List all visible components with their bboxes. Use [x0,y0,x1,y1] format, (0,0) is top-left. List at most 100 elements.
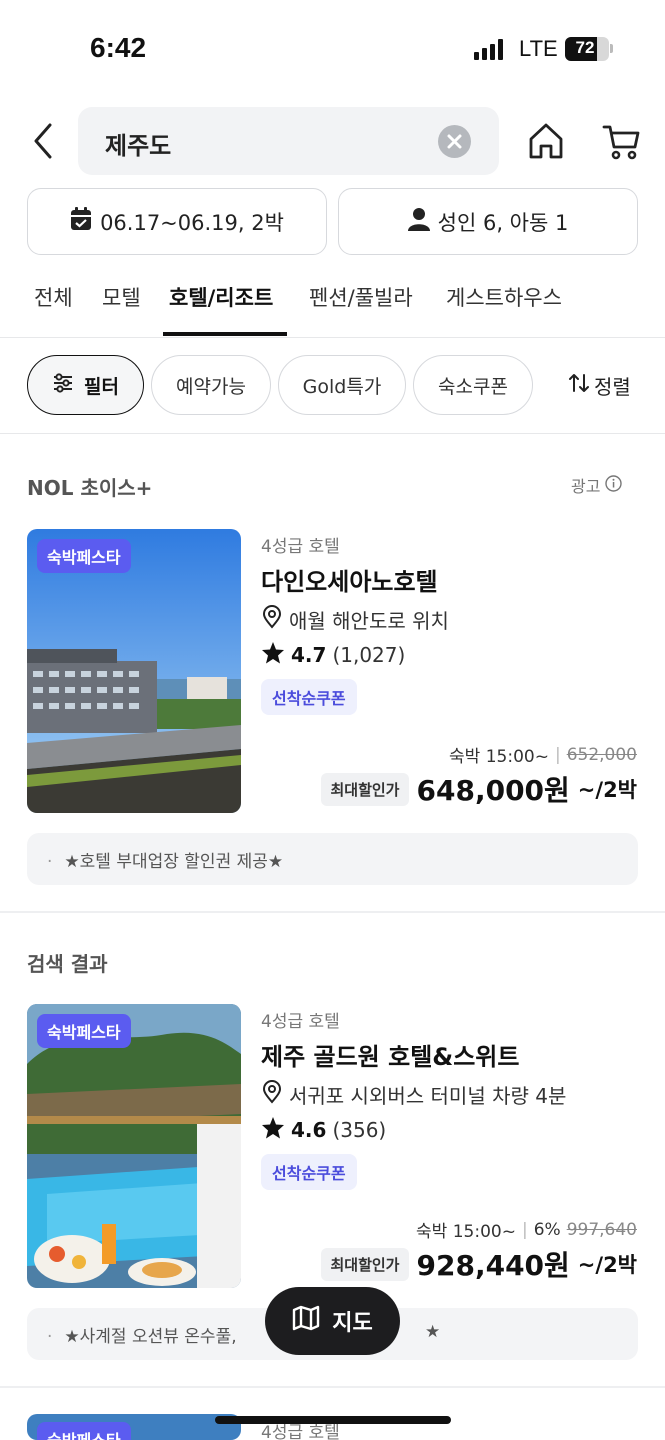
coupon-badge: 선착순쿠폰 [261,1154,357,1190]
tab-guesthouse[interactable]: 게스트하우스 [446,282,562,312]
star-icon [261,1116,285,1144]
date-label: 06.17~06.19, 2박 [100,210,284,235]
discount-percent: 6% [533,1219,561,1240]
hotel-name[interactable]: 다인오세아노호텔 [261,562,438,597]
search-header: 제주도 [0,105,665,177]
search-query: 제주도 [105,132,172,160]
hotel-location: 서귀포 시외버스 터미널 차량 4분 [261,1080,566,1109]
checkin-row: 숙박 15:00~ | 652,000 [449,742,637,768]
chip-gold-deal[interactable]: Gold특가 [278,355,406,415]
battery-cap [610,44,613,53]
filter-bar: 필터 예약가능 Gold특가 숙소쿠폰 정렬 [0,355,665,417]
sort-button[interactable]: 정렬 [568,371,631,400]
separator: | [521,1219,528,1240]
section-divider [0,1386,665,1388]
max-discount-tag: 최대할인가 [321,1247,409,1281]
promo-text-tail: ★ [425,1322,441,1342]
hotel-photo: 숙박페스타 [27,529,241,813]
filter-label: 필터 [84,375,119,398]
hotel-card[interactable]: 숙박페스타 4성급 호텔 제주 골드원 호텔&스위트 서귀포 시외버스 터미널 … [0,1004,665,1304]
review-count: (356) [332,1118,387,1142]
hotel-photo: 숙박페스타 [27,1414,241,1440]
price: 928,440원 [416,1249,570,1282]
guest-selector[interactable]: 성인 6, 아동 1 [338,188,638,255]
tab-hotel-resort[interactable]: 호텔/리조트 [169,282,273,312]
festa-badge: 숙박페스타 [37,1014,131,1048]
price-row: 최대할인가 928,440원 ~/2박 [321,1244,637,1284]
price: 648,000원 [416,774,570,807]
results-section-title: 검색 결과 [27,952,108,976]
chip-available[interactable]: 예약가능 [151,355,271,415]
active-tab-indicator [163,332,287,336]
home-icon[interactable] [526,119,566,163]
network-label: LTE [519,36,558,61]
festa-badge: 숙박페스타 [37,539,131,573]
filter-button[interactable]: 필터 [27,355,144,415]
promo-text: ★호텔 부대업장 할인권 제공★ [64,852,284,872]
nights: ~/2박 [577,1253,637,1277]
date-selector[interactable]: 06.17~06.19, 2박 [27,188,327,255]
search-input[interactable]: 제주도 [78,107,499,175]
separator: | [554,744,561,765]
sort-label: 정렬 [594,375,631,399]
location-pin-icon [261,605,283,634]
chevron-left-icon[interactable] [28,121,64,161]
festa-badge: 숙박페스타 [37,1422,131,1440]
guest-label: 성인 6, 아동 1 [437,210,569,235]
tab-pension-poolvilla[interactable]: 펜션/풀빌라 [309,282,413,312]
hotel-rating: 4.7 (1,027) [261,641,405,669]
map-label: 지도 [332,1311,373,1336]
checkin-time: 숙박 15:00~ [449,747,549,767]
hotel-card[interactable]: 숙박페스타 4성급 호텔 다인오세아노호텔 애월 해안도로 위치 4.7 (1,… [0,529,665,829]
hotel-name[interactable]: 제주 골드원 호텔&스위트 [261,1037,519,1072]
hotel-grade: 4성급 호텔 [261,1012,340,1032]
calendar-icon [70,207,92,236]
ad-label: 광고 [571,477,601,496]
cart-icon[interactable] [601,119,641,163]
ad-section-title: NOL 초이스+ [27,476,153,500]
checkin-time: 숙박 15:00~ [416,1222,516,1242]
rating-score: 4.6 [291,1118,327,1142]
star-icon [261,641,285,669]
nights: ~/2박 [577,778,637,802]
battery-level: 72 [575,38,595,57]
original-price: 652,000 [566,744,637,765]
category-tabs: 전체 모텔 호텔/리조트 펜션/풀빌라 게스트하우스 [0,270,665,338]
location-text: 서귀포 시외버스 터미널 차량 4분 [289,1084,567,1108]
clear-icon[interactable] [438,125,471,158]
sliders-icon [52,372,74,398]
tab-all[interactable]: 전체 [34,282,73,312]
tab-motel[interactable]: 모텔 [102,282,141,312]
map-button[interactable]: 지도 [265,1287,400,1355]
info-icon [605,474,623,496]
max-discount-tag: 최대할인가 [321,772,409,806]
status-bar: 6:42 LTE 72 [0,0,665,100]
review-count: (1,027) [332,643,406,667]
bullet: · [47,1327,53,1347]
hotel-grade: 4성급 호텔 [261,537,340,557]
divider [0,433,665,434]
person-icon [407,207,430,236]
hotel-photo: 숙박페스타 [27,1004,241,1288]
ad-info[interactable]: 광고 [571,473,623,497]
sort-icon [568,372,590,399]
map-icon [292,1305,320,1337]
rating-score: 4.7 [291,643,327,667]
section-divider [0,911,665,913]
hotel-location: 애월 해안도로 위치 [261,605,449,634]
home-indicator [215,1416,451,1424]
bullet: · [47,852,53,872]
price-row: 최대할인가 648,000원 ~/2박 [321,769,637,809]
checkin-row: 숙박 15:00~ | 6% 997,640 [416,1217,637,1243]
chip-coupon[interactable]: 숙소쿠폰 [413,355,533,415]
original-price: 997,640 [566,1219,637,1240]
status-time: 6:42 [90,32,147,63]
signal-icon [474,38,503,60]
battery-icon: 72 [565,37,609,61]
coupon-badge: 선착순쿠폰 [261,679,357,715]
location-pin-icon [261,1080,283,1109]
promo-banner[interactable]: · ★호텔 부대업장 할인권 제공★ [27,833,638,885]
hotel-rating: 4.6 (356) [261,1116,386,1144]
promo-text: ★사계절 오션뷰 온수풀, [64,1327,237,1347]
location-text: 애월 해안도로 위치 [289,609,449,633]
